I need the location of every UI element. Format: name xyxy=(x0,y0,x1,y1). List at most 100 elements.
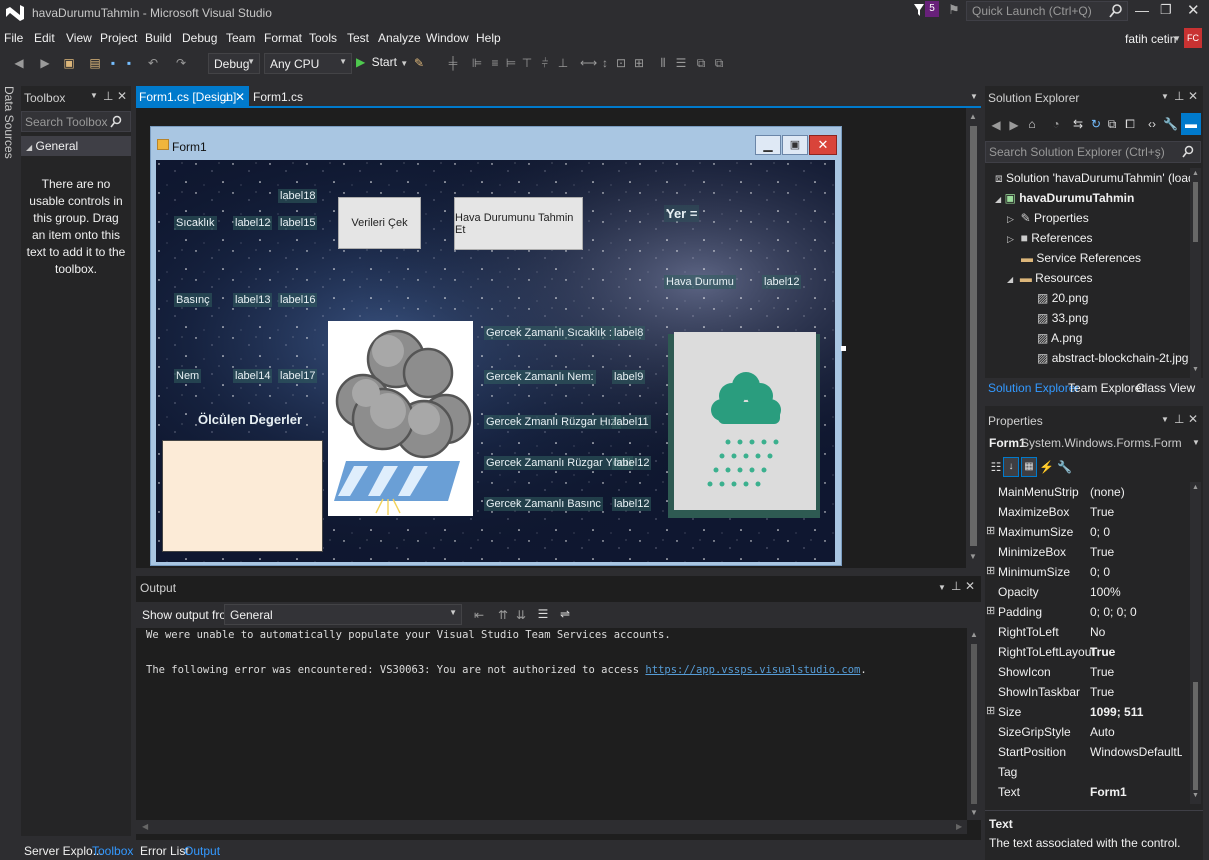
restore-window-button[interactable]: ❐ xyxy=(1160,2,1172,18)
word-wrap-icon[interactable]: ⇌ xyxy=(558,607,572,621)
forward-icon[interactable]: ▶ xyxy=(38,56,52,70)
scroll-right-icon[interactable]: ▶ xyxy=(956,822,962,831)
label16[interactable]: label16 xyxy=(278,293,318,307)
clear-all-icon[interactable]: ☰ xyxy=(536,607,550,621)
property-value[interactable]: 0; 0 xyxy=(1090,565,1182,579)
property-row[interactable]: ⊞ Padding 0; 0; 0; 0 xyxy=(985,602,1185,622)
dropdown-icon[interactable]: ▼ xyxy=(938,583,946,592)
label-basinc[interactable]: Basınç xyxy=(174,293,212,307)
pin-icon[interactable]: ⊥ xyxy=(1174,89,1184,103)
output-hscrollbar[interactable]: ◀ ▶ xyxy=(136,820,967,834)
close-window-button[interactable]: ✕ xyxy=(1187,1,1200,19)
menu-test[interactable]: Test xyxy=(347,31,369,45)
label8[interactable]: label8 xyxy=(612,326,646,340)
align-center-icon[interactable]: ≡ xyxy=(488,56,502,70)
label9[interactable]: label9 xyxy=(612,370,646,384)
property-pages-icon[interactable]: 🔧 xyxy=(1057,460,1072,474)
dropdown-icon[interactable]: ▼ xyxy=(90,91,98,100)
close-icon[interactable]: ✕ xyxy=(117,89,127,103)
label-olculen-degerler[interactable]: Ölcülen Degerler xyxy=(198,412,302,427)
property-value[interactable]: Auto xyxy=(1090,725,1182,739)
scroll-thumb[interactable] xyxy=(971,644,977,804)
scroll-up-icon[interactable]: ▲ xyxy=(1192,484,1199,491)
same-height-icon[interactable]: ↕ xyxy=(598,56,612,70)
data-sources-tab[interactable]: Data Sources xyxy=(2,86,16,159)
tab-toolbox[interactable]: Toolbox xyxy=(92,844,133,858)
bring-to-front-icon[interactable]: ⧉ xyxy=(694,56,708,70)
dropdown-icon[interactable]: ▼ xyxy=(1161,415,1169,424)
feedback-icon[interactable]: ⚑ xyxy=(948,2,960,18)
send-to-back-icon[interactable]: ⧉ xyxy=(712,56,726,70)
align-grid-icon[interactable]: ╪ xyxy=(446,56,460,70)
configuration-select[interactable]: Debug ▼ xyxy=(208,53,260,74)
scroll-thumb[interactable] xyxy=(970,126,977,546)
pin-icon[interactable]: ⊥ xyxy=(103,89,113,103)
form-close-button[interactable]: ✕ xyxy=(809,135,837,155)
back-icon[interactable]: ◀ xyxy=(12,56,26,70)
property-row[interactable]: ⊞ Size 1099; 511 xyxy=(985,702,1185,722)
tree-item-file[interactable]: ▨ A.png xyxy=(1037,331,1082,345)
same-width-icon[interactable]: ⟷ xyxy=(580,56,597,70)
property-value[interactable]: True xyxy=(1090,645,1182,659)
show-all-files-icon[interactable]: ⧠ xyxy=(1123,117,1137,131)
menu-tools[interactable]: Tools xyxy=(309,31,337,45)
grid-size-icon[interactable]: ⊞ xyxy=(632,56,646,70)
scroll-down-icon[interactable]: ▼ xyxy=(969,552,977,561)
property-object-select[interactable]: Form1 System.Windows.Forms.Form ▼ xyxy=(985,433,1201,453)
form-minimize-button[interactable]: ▁ xyxy=(755,135,781,155)
home-icon[interactable]: ⌂ xyxy=(1025,117,1039,131)
align-right-icon[interactable]: ⊨ xyxy=(504,56,518,70)
sync-icon[interactable]: ⇆ xyxy=(1071,117,1085,131)
expand-property-icon[interactable]: ⊞ xyxy=(986,524,995,537)
tree-item-solution[interactable]: ⧈ Solution 'havaDurumuTahmin' (loading..… xyxy=(995,171,1190,186)
user-avatar[interactable]: FC xyxy=(1184,28,1202,48)
collapse-all-icon[interactable]: ⧉ xyxy=(1105,117,1119,131)
horizontal-spacing-icon[interactable]: ⫴ xyxy=(656,56,670,70)
menu-view[interactable]: View xyxy=(66,31,92,45)
undo-icon[interactable]: ↶ xyxy=(146,56,160,70)
label14[interactable]: label14 xyxy=(233,369,273,383)
label-rt-ruzgar-hizi[interactable]: Gercek Zmanlı Rüzgar Hızı xyxy=(484,415,622,429)
property-row[interactable]: Text Form1 xyxy=(985,782,1185,802)
properties-view-icon[interactable]: ▦ xyxy=(1021,457,1037,477)
save-icon[interactable]: ▪ xyxy=(106,56,120,70)
tab-class-view[interactable]: Class View xyxy=(1136,381,1195,395)
property-value[interactable]: WindowsDefaultLocation xyxy=(1090,745,1182,759)
property-value[interactable]: True xyxy=(1090,685,1182,699)
filter-icon[interactable] xyxy=(913,2,925,18)
property-row[interactable]: Tag xyxy=(985,762,1185,782)
vertical-spacing-icon[interactable]: ☰ xyxy=(674,56,688,70)
dropdown-icon[interactable]: ▼ xyxy=(1161,92,1169,101)
tab-solution-explorer[interactable]: Solution Explorer xyxy=(988,381,1079,395)
solution-scrollbar[interactable]: ▲ ▼ xyxy=(1190,168,1201,378)
menu-team[interactable]: Team xyxy=(226,31,255,45)
property-row[interactable]: MaximizeBox True xyxy=(985,502,1185,522)
tab-server-explorer[interactable]: Server Explo... xyxy=(24,844,103,858)
property-row[interactable]: ⊞ MinimumSize 0; 0 xyxy=(985,562,1185,582)
designer-scrollbar[interactable]: ▲ ▼ xyxy=(966,108,981,568)
form-resize-handle[interactable] xyxy=(841,346,846,351)
forward-icon[interactable]: ▶ xyxy=(1007,118,1021,132)
property-row[interactable]: Opacity 100% xyxy=(985,582,1185,602)
menu-edit[interactable]: Edit xyxy=(34,31,55,45)
property-value[interactable]: True xyxy=(1090,545,1182,559)
menu-build[interactable]: Build xyxy=(145,31,172,45)
tree-item-file[interactable]: ▨ 20.png xyxy=(1037,291,1088,305)
menu-format[interactable]: Format xyxy=(264,31,302,45)
label-rt-nem[interactable]: Gercek Zamanlı Nem: xyxy=(484,370,596,384)
tree-item-properties[interactable]: ▷ ✎ Properties xyxy=(1007,211,1089,225)
expand-property-icon[interactable]: ⊞ xyxy=(986,704,995,717)
property-value[interactable]: True xyxy=(1090,665,1182,679)
minimize-window-button[interactable]: — xyxy=(1135,2,1149,18)
platform-select[interactable]: Any CPU ▼ xyxy=(264,53,352,74)
label-sicaklik[interactable]: Sıcaklık xyxy=(174,216,217,230)
close-icon[interactable]: ✕ xyxy=(1188,89,1198,103)
menu-help[interactable]: Help xyxy=(476,31,501,45)
label-rt-ruzgar-yonu[interactable]: Gercek Zamanlı Rüzgar Yönü xyxy=(484,456,634,470)
tree-item-service-references[interactable]: ▬ Service References xyxy=(1021,251,1141,265)
close-icon[interactable]: ✕ xyxy=(235,90,245,104)
property-value[interactable]: 100% xyxy=(1090,585,1182,599)
property-row[interactable]: RightToLeftLayout True xyxy=(985,642,1185,662)
properties-icon[interactable]: 🔧 xyxy=(1163,117,1178,131)
label-rt-sicaklik[interactable]: Gercek Zamanlı Sıcaklık : xyxy=(484,326,614,340)
